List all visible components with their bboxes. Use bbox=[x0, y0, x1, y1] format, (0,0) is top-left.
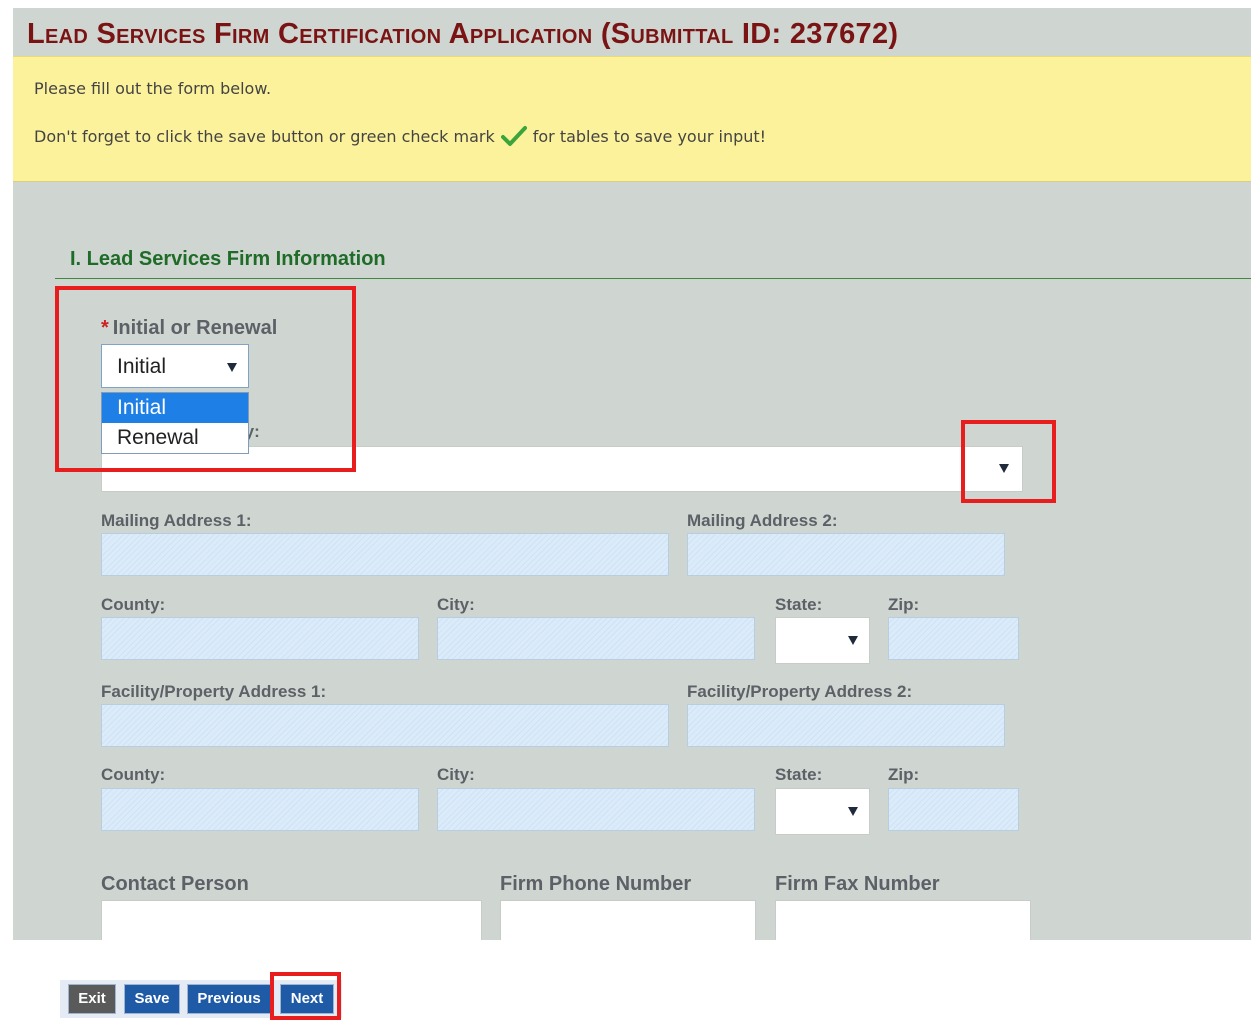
contact-person-label: Contact Person bbox=[101, 873, 249, 895]
page-title: Lead Services Firm Certification Applica… bbox=[27, 18, 899, 50]
firm-phone-label: Firm Phone Number bbox=[500, 873, 692, 895]
notice-text-before: Don't forget to click the save button or… bbox=[34, 126, 495, 146]
exit-button[interactable]: Exit bbox=[68, 984, 116, 1014]
section-title: I. Lead Services Firm Information bbox=[70, 248, 386, 270]
mailing-county-input[interactable] bbox=[101, 617, 419, 660]
firm-phone-input[interactable] bbox=[500, 900, 756, 940]
mailing-city-input[interactable] bbox=[437, 617, 755, 660]
facility-address-1-label: Facility/Property Address 1: bbox=[101, 682, 327, 701]
mailing-zip-label: Zip: bbox=[888, 595, 920, 614]
mailing-address-2-label: Mailing Address 2: bbox=[687, 511, 838, 530]
notice-text-after: for tables to save your input! bbox=[532, 126, 767, 146]
facility-state-label: State: bbox=[775, 765, 823, 784]
facility-address-2-label: Facility/Property Address 2: bbox=[687, 682, 913, 701]
green-check-icon bbox=[500, 126, 527, 146]
chevron-down-icon bbox=[848, 807, 858, 816]
mailing-address-1-label: Mailing Address 1: bbox=[101, 511, 252, 530]
chevron-down-icon bbox=[848, 636, 858, 645]
facility-county-input[interactable] bbox=[101, 788, 419, 831]
form-panel: Lead Services Firm Certification Applica… bbox=[13, 8, 1251, 940]
highlight-dropdown-arrow bbox=[961, 420, 1056, 503]
mailing-city-label: City: bbox=[437, 595, 475, 614]
facility-address-1-input[interactable] bbox=[101, 704, 669, 747]
notice-line-1: Please fill out the form below. bbox=[34, 79, 272, 98]
facility-address-2-input[interactable] bbox=[687, 704, 1005, 747]
notice-banner: Please fill out the form below. Don't fo… bbox=[13, 56, 1251, 182]
mailing-address-2-input[interactable] bbox=[687, 533, 1005, 576]
highlight-initial-renewal bbox=[55, 286, 356, 472]
mailing-zip-input[interactable] bbox=[888, 617, 1019, 660]
facility-county-label: County: bbox=[101, 765, 166, 784]
facility-city-label: City: bbox=[437, 765, 475, 784]
mailing-address-1-input[interactable] bbox=[101, 533, 669, 576]
firm-fax-input[interactable] bbox=[775, 900, 1031, 940]
facility-city-input[interactable] bbox=[437, 788, 755, 831]
firm-fax-label: Firm Fax Number bbox=[775, 873, 940, 895]
contact-person-input[interactable] bbox=[101, 900, 482, 940]
facility-zip-input[interactable] bbox=[888, 788, 1019, 831]
previous-button[interactable]: Previous bbox=[187, 984, 271, 1014]
section-divider bbox=[55, 278, 1251, 279]
facility-zip-label: Zip: bbox=[888, 765, 920, 784]
save-button[interactable]: Save bbox=[124, 984, 180, 1014]
facility-state-select[interactable] bbox=[775, 788, 870, 835]
notice-line-2: Don't forget to click the save button or… bbox=[34, 125, 766, 147]
highlight-next-button bbox=[270, 972, 341, 1020]
mailing-state-label: State: bbox=[775, 595, 823, 614]
mailing-state-select[interactable] bbox=[775, 617, 870, 664]
mailing-county-label: County: bbox=[101, 595, 166, 614]
